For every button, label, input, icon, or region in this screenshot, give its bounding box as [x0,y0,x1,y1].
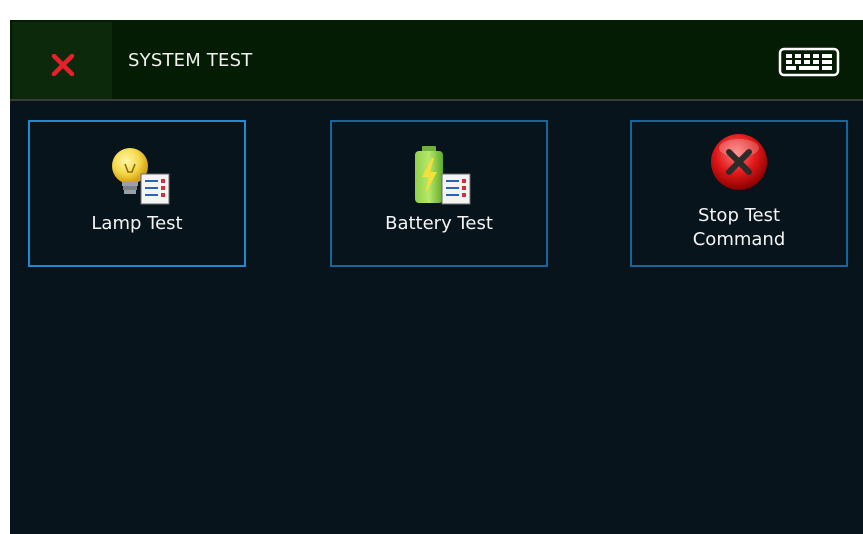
page-title: SYSTEM TEST [128,50,253,71]
close-button[interactable] [12,22,112,99]
battery-test-icon [415,146,471,205]
lamp-test-label: Lamp Test [91,213,183,234]
top-cropped-strip [0,0,863,20]
stop-test-command-button[interactable]: Stop Test Command [630,120,848,267]
lamp-test-button[interactable]: Lamp Test [28,120,246,267]
close-icon [51,54,75,76]
keyboard-button[interactable] [778,47,840,77]
lamp-test-icon [112,148,170,205]
keyboard-icon [778,47,840,77]
header-bar: SYSTEM TEST [10,20,863,101]
battery-test-button[interactable]: Battery Test [330,120,548,267]
stop-icon [711,134,767,190]
battery-test-label: Battery Test [385,213,493,234]
stop-test-command-label: Stop Test Command [692,205,786,250]
system-test-screen: SYSTEM TEST Lamp Test Battery Test Stop … [10,20,863,534]
